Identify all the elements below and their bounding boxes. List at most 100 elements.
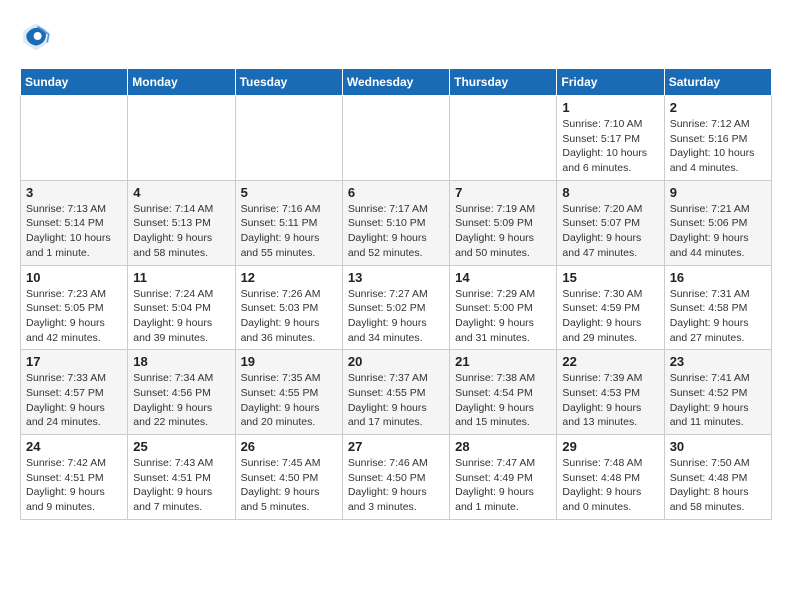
calendar-day-cell: 14 Sunrise: 7:29 AM Sunset: 5:00 PM Dayli… (450, 265, 557, 350)
day-info: Sunrise: 7:29 AM Sunset: 5:00 PM Dayligh… (455, 288, 535, 344)
day-info: Sunrise: 7:38 AM Sunset: 4:54 PM Dayligh… (455, 372, 535, 428)
day-info: Sunrise: 7:16 AM Sunset: 5:11 PM Dayligh… (241, 203, 321, 259)
day-number: 28 (455, 439, 551, 454)
day-number: 20 (348, 354, 444, 369)
day-info: Sunrise: 7:30 AM Sunset: 4:59 PM Dayligh… (562, 288, 642, 344)
day-number: 1 (562, 100, 658, 115)
logo (20, 20, 56, 52)
calendar-day-cell: 25Sunrise: 7:43 AM Sunset: 4:51 PM Dayli… (128, 435, 235, 520)
day-number: 19 (241, 354, 337, 369)
calendar-day-cell: 24 Sunrise: 7:42 AM Sunset: 4:51 PM Dayli… (21, 435, 128, 520)
day-number: 17 (26, 354, 122, 369)
calendar-day-cell: 11 Sunrise: 7:24 AM Sunset: 5:04 PM Dayli… (128, 265, 235, 350)
day-number: 6 (348, 185, 444, 200)
weekday-header: Thursday (450, 69, 557, 96)
calendar-day-cell: 16 Sunrise: 7:31 AM Sunset: 4:58 PM Dayli… (664, 265, 771, 350)
day-number: 24 (26, 439, 122, 454)
header-row: SundayMondayTuesdayWednesdayThursdayFrid… (21, 69, 772, 96)
calendar-week-row: 24 Sunrise: 7:42 AM Sunset: 4:51 PM Dayli… (21, 435, 772, 520)
day-number: 25 (133, 439, 229, 454)
calendar-day-cell: 15 Sunrise: 7:30 AM Sunset: 4:59 PM Dayli… (557, 265, 664, 350)
calendar-day-cell (235, 96, 342, 181)
calendar-day-cell: 4 Sunrise: 7:14 AM Sunset: 5:13 PM Daylig… (128, 180, 235, 265)
day-number: 12 (241, 270, 337, 285)
day-number: 4 (133, 185, 229, 200)
day-info: Sunrise: 7:19 AM Sunset: 5:09 PM Dayligh… (455, 203, 535, 259)
logo-icon (20, 20, 52, 52)
calendar-day-cell: 27Sunrise: 7:46 AM Sunset: 4:50 PM Dayli… (342, 435, 449, 520)
day-info: Sunrise: 7:27 AM Sunset: 5:02 PM Dayligh… (348, 288, 428, 344)
calendar-day-cell: 18 Sunrise: 7:34 AM Sunset: 4:56 PM Dayli… (128, 350, 235, 435)
calendar-day-cell: 6 Sunrise: 7:17 AM Sunset: 5:10 PM Daylig… (342, 180, 449, 265)
day-info: Sunrise: 7:33 AM Sunset: 4:57 PM Dayligh… (26, 372, 106, 428)
day-info: Sunrise: 7:10 AM Sunset: 5:17 PM Dayligh… (562, 118, 647, 174)
day-number: 30 (670, 439, 766, 454)
calendar-day-cell: 26 Sunrise: 7:45 AM Sunset: 4:50 PM Dayli… (235, 435, 342, 520)
calendar-day-cell: 17 Sunrise: 7:33 AM Sunset: 4:57 PM Dayli… (21, 350, 128, 435)
day-number: 8 (562, 185, 658, 200)
day-number: 2 (670, 100, 766, 115)
weekday-header: Tuesday (235, 69, 342, 96)
day-number: 13 (348, 270, 444, 285)
day-number: 29 (562, 439, 658, 454)
calendar-day-cell: 3 Sunrise: 7:13 AM Sunset: 5:14 PM Daylig… (21, 180, 128, 265)
calendar-day-cell: 10 Sunrise: 7:23 AM Sunset: 5:05 PM Dayli… (21, 265, 128, 350)
day-info: Sunrise: 7:17 AM Sunset: 5:10 PM Dayligh… (348, 203, 428, 259)
calendar-day-cell: 7 Sunrise: 7:19 AM Sunset: 5:09 PM Daylig… (450, 180, 557, 265)
day-number: 16 (670, 270, 766, 285)
day-info: Sunrise: 7:23 AM Sunset: 5:05 PM Dayligh… (26, 288, 106, 344)
day-info: Sunrise: 7:26 AM Sunset: 5:03 PM Dayligh… (241, 288, 321, 344)
day-number: 15 (562, 270, 658, 285)
weekday-header: Wednesday (342, 69, 449, 96)
day-info: Sunrise: 7:20 AM Sunset: 5:07 PM Dayligh… (562, 203, 642, 259)
day-number: 10 (26, 270, 122, 285)
calendar-week-row: 1 Sunrise: 7:10 AM Sunset: 5:17 PM Daylig… (21, 96, 772, 181)
calendar-day-cell (21, 96, 128, 181)
page-header (20, 20, 772, 52)
day-info: Sunrise: 7:50 AM Sunset: 4:48 PM Dayligh… (670, 457, 750, 513)
day-info: Sunrise: 7:42 AM Sunset: 4:51 PM Dayligh… (26, 457, 106, 513)
calendar-day-cell: 12 Sunrise: 7:26 AM Sunset: 5:03 PM Dayli… (235, 265, 342, 350)
day-info: Sunrise: 7:24 AM Sunset: 5:04 PM Dayligh… (133, 288, 213, 344)
day-info: Sunrise: 7:37 AM Sunset: 4:55 PM Dayligh… (348, 372, 428, 428)
weekday-header: Monday (128, 69, 235, 96)
day-number: 7 (455, 185, 551, 200)
day-number: 18 (133, 354, 229, 369)
calendar-week-row: 3 Sunrise: 7:13 AM Sunset: 5:14 PM Daylig… (21, 180, 772, 265)
calendar-day-cell: 21Sunrise: 7:38 AM Sunset: 4:54 PM Dayli… (450, 350, 557, 435)
day-number: 9 (670, 185, 766, 200)
day-info: Sunrise: 7:41 AM Sunset: 4:52 PM Dayligh… (670, 372, 750, 428)
day-number: 22 (562, 354, 658, 369)
calendar-day-cell (128, 96, 235, 181)
calendar-day-cell: 19 Sunrise: 7:35 AM Sunset: 4:55 PM Dayli… (235, 350, 342, 435)
weekday-header: Saturday (664, 69, 771, 96)
day-info: Sunrise: 7:39 AM Sunset: 4:53 PM Dayligh… (562, 372, 642, 428)
calendar-day-cell: 5 Sunrise: 7:16 AM Sunset: 5:11 PM Daylig… (235, 180, 342, 265)
day-number: 14 (455, 270, 551, 285)
day-number: 5 (241, 185, 337, 200)
day-number: 26 (241, 439, 337, 454)
calendar-day-cell (450, 96, 557, 181)
calendar-day-cell: 23 Sunrise: 7:41 AM Sunset: 4:52 PM Dayli… (664, 350, 771, 435)
day-number: 3 (26, 185, 122, 200)
calendar-day-cell: 8 Sunrise: 7:20 AM Sunset: 5:07 PM Daylig… (557, 180, 664, 265)
day-info: Sunrise: 7:46 AM Sunset: 4:50 PM Dayligh… (348, 457, 428, 513)
calendar-table: SundayMondayTuesdayWednesdayThursdayFrid… (20, 68, 772, 520)
day-info: Sunrise: 7:13 AM Sunset: 5:14 PM Dayligh… (26, 203, 111, 259)
day-info: Sunrise: 7:31 AM Sunset: 4:58 PM Dayligh… (670, 288, 750, 344)
day-info: Sunrise: 7:47 AM Sunset: 4:49 PM Dayligh… (455, 457, 535, 513)
calendar-day-cell: 1 Sunrise: 7:10 AM Sunset: 5:17 PM Daylig… (557, 96, 664, 181)
day-info: Sunrise: 7:48 AM Sunset: 4:48 PM Dayligh… (562, 457, 642, 513)
calendar-day-cell: 13 Sunrise: 7:27 AM Sunset: 5:02 PM Dayli… (342, 265, 449, 350)
calendar-day-cell (342, 96, 449, 181)
day-info: Sunrise: 7:35 AM Sunset: 4:55 PM Dayligh… (241, 372, 321, 428)
day-info: Sunrise: 7:14 AM Sunset: 5:13 PM Dayligh… (133, 203, 213, 259)
day-info: Sunrise: 7:45 AM Sunset: 4:50 PM Dayligh… (241, 457, 321, 513)
calendar-day-cell: 28 Sunrise: 7:47 AM Sunset: 4:49 PM Dayli… (450, 435, 557, 520)
day-number: 11 (133, 270, 229, 285)
weekday-header: Friday (557, 69, 664, 96)
day-number: 23 (670, 354, 766, 369)
day-info: Sunrise: 7:34 AM Sunset: 4:56 PM Dayligh… (133, 372, 213, 428)
day-info: Sunrise: 7:12 AM Sunset: 5:16 PM Dayligh… (670, 118, 755, 174)
weekday-header: Sunday (21, 69, 128, 96)
